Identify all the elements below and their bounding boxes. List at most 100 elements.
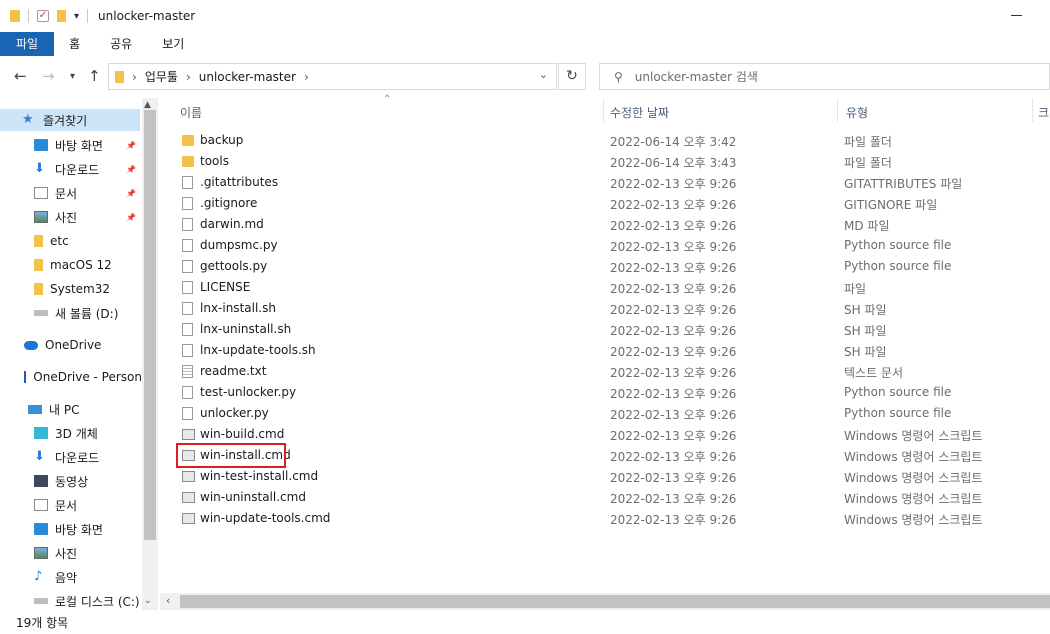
- sidebar-item[interactable]: 문서: [0, 494, 142, 516]
- file-row[interactable]: test-unlocker.py 2022-02-13 오후 9:26 Python…: [160, 382, 1050, 403]
- sidebar-scroll-thumb[interactable]: [144, 110, 156, 540]
- column-header-date[interactable]: 수정한 날짜: [610, 104, 669, 121]
- item-count: 19개 항목: [16, 616, 69, 630]
- file-row[interactable]: gettools.py 2022-02-13 오후 9:26 Python sour…: [160, 256, 1050, 277]
- sidebar-item-label: 다운로드: [55, 450, 100, 465]
- quick-access-toolbar: ✓ ▾ unlocker-master: [10, 9, 195, 23]
- tab-view[interactable]: 보기: [147, 32, 199, 56]
- chevron-right-icon[interactable]: ›: [304, 70, 309, 84]
- file-row[interactable]: LICENSE 2022-02-13 오후 9:26 파일: [160, 277, 1050, 298]
- properties-check-icon[interactable]: ✓: [37, 10, 49, 22]
- file-row[interactable]: readme.txt 2022-02-13 오후 9:26 텍스트 문서: [160, 361, 1050, 382]
- file-row[interactable]: lnx-install.sh 2022-02-13 오후 9:26 SH 파일: [160, 298, 1050, 319]
- column-divider[interactable]: [1032, 98, 1033, 122]
- breadcrumb-segment[interactable]: unlocker-master: [199, 70, 296, 84]
- file-row[interactable]: .gitattributes 2022-02-13 오후 9:26 GITATTRI…: [160, 172, 1050, 193]
- file-name: test-unlocker.py: [200, 385, 297, 399]
- file-icon: [182, 176, 193, 189]
- file-row[interactable]: win-uninstall.cmd 2022-02-13 오후 9:26 Windo…: [160, 487, 1050, 508]
- sidebar-item-label: 내 PC: [49, 402, 80, 417]
- chevron-right-icon[interactable]: ›: [132, 70, 137, 84]
- file-row[interactable]: win-build.cmd 2022-02-13 오후 9:26 Windows 명…: [160, 424, 1050, 445]
- chevron-down-icon[interactable]: ⌄: [539, 68, 548, 81]
- sidebar-item[interactable]: 동영상: [0, 470, 142, 492]
- folder-icon: [34, 259, 43, 271]
- scroll-up-arrow-icon[interactable]: ▲: [144, 100, 151, 110]
- sidebar-item[interactable]: 3D 개체: [0, 422, 142, 444]
- file-row[interactable]: darwin.md 2022-02-13 오후 9:26 MD 파일: [160, 214, 1050, 235]
- sidebar-item[interactable]: System32: [0, 278, 142, 300]
- tab-home[interactable]: 홈: [54, 32, 95, 56]
- separator: [87, 9, 89, 23]
- file-row[interactable]: win-update-tools.cmd 2022-02-13 오후 9:26 Wi…: [160, 508, 1050, 529]
- sidebar-item[interactable]: OneDrive: [0, 334, 142, 356]
- sidebar-item[interactable]: ⬇ 다운로드: [0, 446, 142, 468]
- file-row[interactable]: lnx-uninstall.sh 2022-02-13 오후 9:26 SH 파일: [160, 319, 1050, 340]
- search-input[interactable]: ⚲ unlocker-master 검색: [599, 63, 1050, 90]
- status-bar: 19개 항목: [0, 610, 1050, 634]
- file-row[interactable]: tools 2022-06-14 오후 3:43 파일 폴더: [160, 151, 1050, 172]
- sidebar-item[interactable]: 로컬 디스크 (C:): [0, 590, 142, 610]
- column-header-size[interactable]: 크: [1038, 104, 1049, 121]
- customize-dropdown-icon[interactable]: ▾: [74, 11, 79, 22]
- file-row[interactable]: dumpsmc.py 2022-02-13 오후 9:26 Python sourc…: [160, 235, 1050, 256]
- sidebar-item[interactable]: 내 PC: [0, 398, 142, 420]
- file-row[interactable]: win-test-install.cmd 2022-02-13 오후 9:26 Wi…: [160, 466, 1050, 487]
- file-name: readme.txt: [200, 364, 267, 378]
- sidebar-item[interactable]: macOS 12: [0, 254, 142, 276]
- horizontal-scrollbar[interactable]: ‹: [160, 593, 1050, 610]
- pictures-icon: [34, 211, 48, 223]
- sidebar-item[interactable]: ★ 즐겨찾기: [0, 109, 140, 131]
- file-row[interactable]: backup 2022-06-14 오후 3:42 파일 폴더: [160, 130, 1050, 151]
- sidebar-item[interactable]: ⬇ 다운로드 📌: [0, 158, 142, 180]
- folder-icon: [115, 70, 124, 83]
- sidebar-item[interactable]: 사진: [0, 542, 142, 564]
- file-row[interactable]: lnx-update-tools.sh 2022-02-13 오후 9:26 SH …: [160, 340, 1050, 361]
- scroll-down-arrow-icon[interactable]: ⌄: [144, 596, 152, 606]
- chevron-right-icon[interactable]: ›: [186, 70, 191, 84]
- sidebar-item[interactable]: 새 볼륨 (D:): [0, 302, 142, 324]
- star-icon: ★: [22, 112, 34, 127]
- desktop-icon: [34, 139, 48, 151]
- file-name: tools: [200, 154, 229, 168]
- recent-dropdown-icon[interactable]: ▾: [70, 71, 75, 82]
- sidebar-item[interactable]: 문서 📌: [0, 182, 142, 204]
- new-folder-icon[interactable]: [57, 10, 66, 22]
- window-title: unlocker-master: [98, 9, 196, 23]
- cloud-icon: [24, 340, 38, 350]
- tab-file[interactable]: 파일: [0, 32, 55, 56]
- file-row[interactable]: unlocker.py 2022-02-13 오후 9:26 Python sour…: [160, 403, 1050, 424]
- refresh-button[interactable]: ↻: [558, 63, 586, 90]
- breadcrumb-segment[interactable]: 업무툴: [145, 68, 178, 85]
- address-bar[interactable]: › 업무툴 › unlocker-master › ⌄: [108, 63, 557, 90]
- sidebar-item[interactable]: 바탕 화면: [0, 518, 142, 540]
- file-list: ⌃ 이름 수정한 날짜 유형 크 backup 2022-06-14 오후 3:4…: [160, 94, 1050, 610]
- file-row[interactable]: win-install.cmd 2022-02-13 오후 9:26 Windows…: [160, 445, 1050, 466]
- file-date: 2022-02-13 오후 9:26: [610, 345, 737, 359]
- tab-share[interactable]: 공유: [95, 32, 147, 56]
- forward-arrow-icon[interactable]: →: [42, 67, 55, 85]
- sidebar-item[interactable]: ♪ 음악: [0, 566, 142, 588]
- sidebar-item[interactable]: OneDrive - Person: [0, 366, 142, 388]
- download-arrow-icon: ⬇: [34, 449, 45, 464]
- drive-icon: [34, 598, 48, 604]
- up-arrow-icon[interactable]: ↑: [88, 67, 101, 85]
- back-arrow-icon[interactable]: ←: [14, 67, 27, 85]
- column-divider[interactable]: [837, 98, 838, 122]
- file-row[interactable]: .gitignore 2022-02-13 오후 9:26 GITIGNORE 파일: [160, 193, 1050, 214]
- minimize-button[interactable]: [1011, 15, 1022, 16]
- column-header-type[interactable]: 유형: [846, 104, 868, 121]
- scroll-left-arrow-icon[interactable]: ‹: [166, 594, 170, 607]
- column-divider[interactable]: [603, 98, 604, 122]
- file-type: Python source file: [844, 238, 952, 252]
- horizontal-scroll-thumb[interactable]: [180, 595, 1050, 608]
- pin-icon: 📌: [126, 212, 136, 222]
- file-icon: [182, 302, 193, 315]
- column-header-name[interactable]: 이름: [180, 104, 202, 121]
- sidebar-item-label: 사진: [55, 546, 78, 561]
- highlight-box: [176, 443, 286, 468]
- file-name: win-update-tools.cmd: [200, 511, 331, 525]
- sidebar-item[interactable]: 바탕 화면 📌: [0, 134, 142, 156]
- sidebar-item[interactable]: 사진 📌: [0, 206, 142, 228]
- sidebar-item[interactable]: etc: [0, 230, 142, 252]
